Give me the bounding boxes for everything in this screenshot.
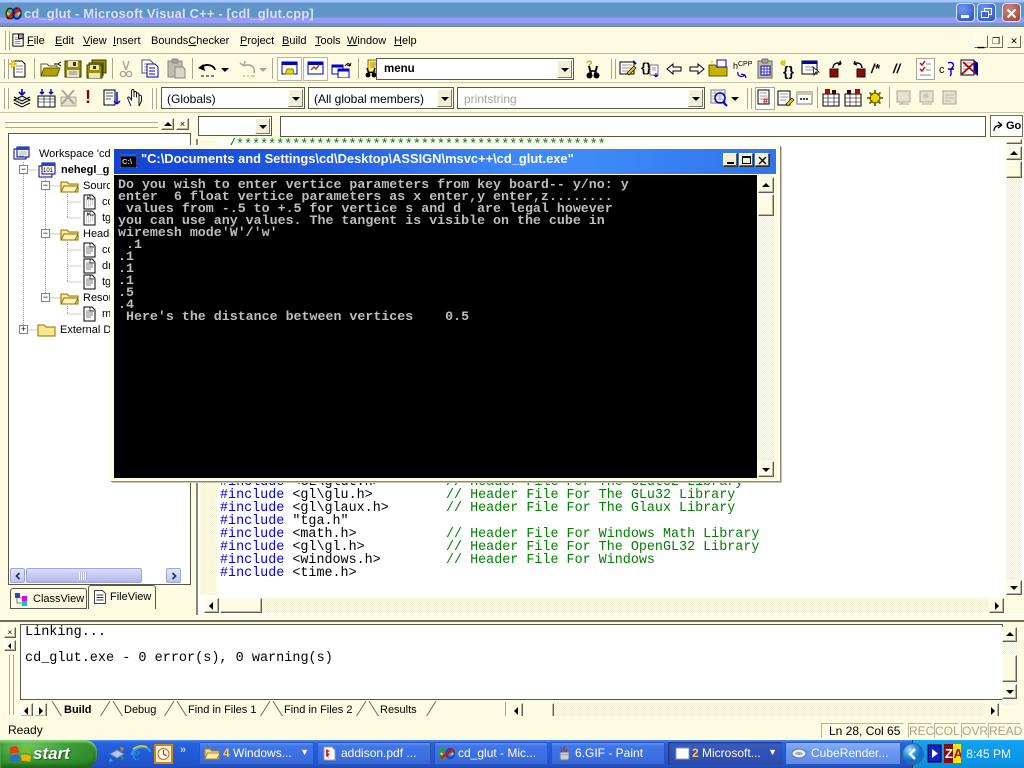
svg-text:A: A: [954, 746, 962, 761]
svg-text:Build: Build: [64, 704, 92, 716]
svg-text:Find in Files 2: Find in Files 2: [284, 704, 352, 716]
svg-text:Results: Results: [380, 704, 417, 716]
svg-text:101: 101: [43, 168, 54, 174]
svg-text:Z: Z: [945, 746, 953, 761]
svg-text:c: c: [939, 64, 945, 76]
svg-text:{}: {}: [783, 63, 794, 79]
svg-text:Debug: Debug: [124, 704, 156, 716]
svg-text:C:\: C:\: [122, 157, 133, 166]
svg-text:#: #: [763, 96, 768, 106]
svg-text:CPP: CPP: [738, 61, 752, 68]
svg-text:Find in Files 1: Find in Files 1: [188, 704, 256, 716]
